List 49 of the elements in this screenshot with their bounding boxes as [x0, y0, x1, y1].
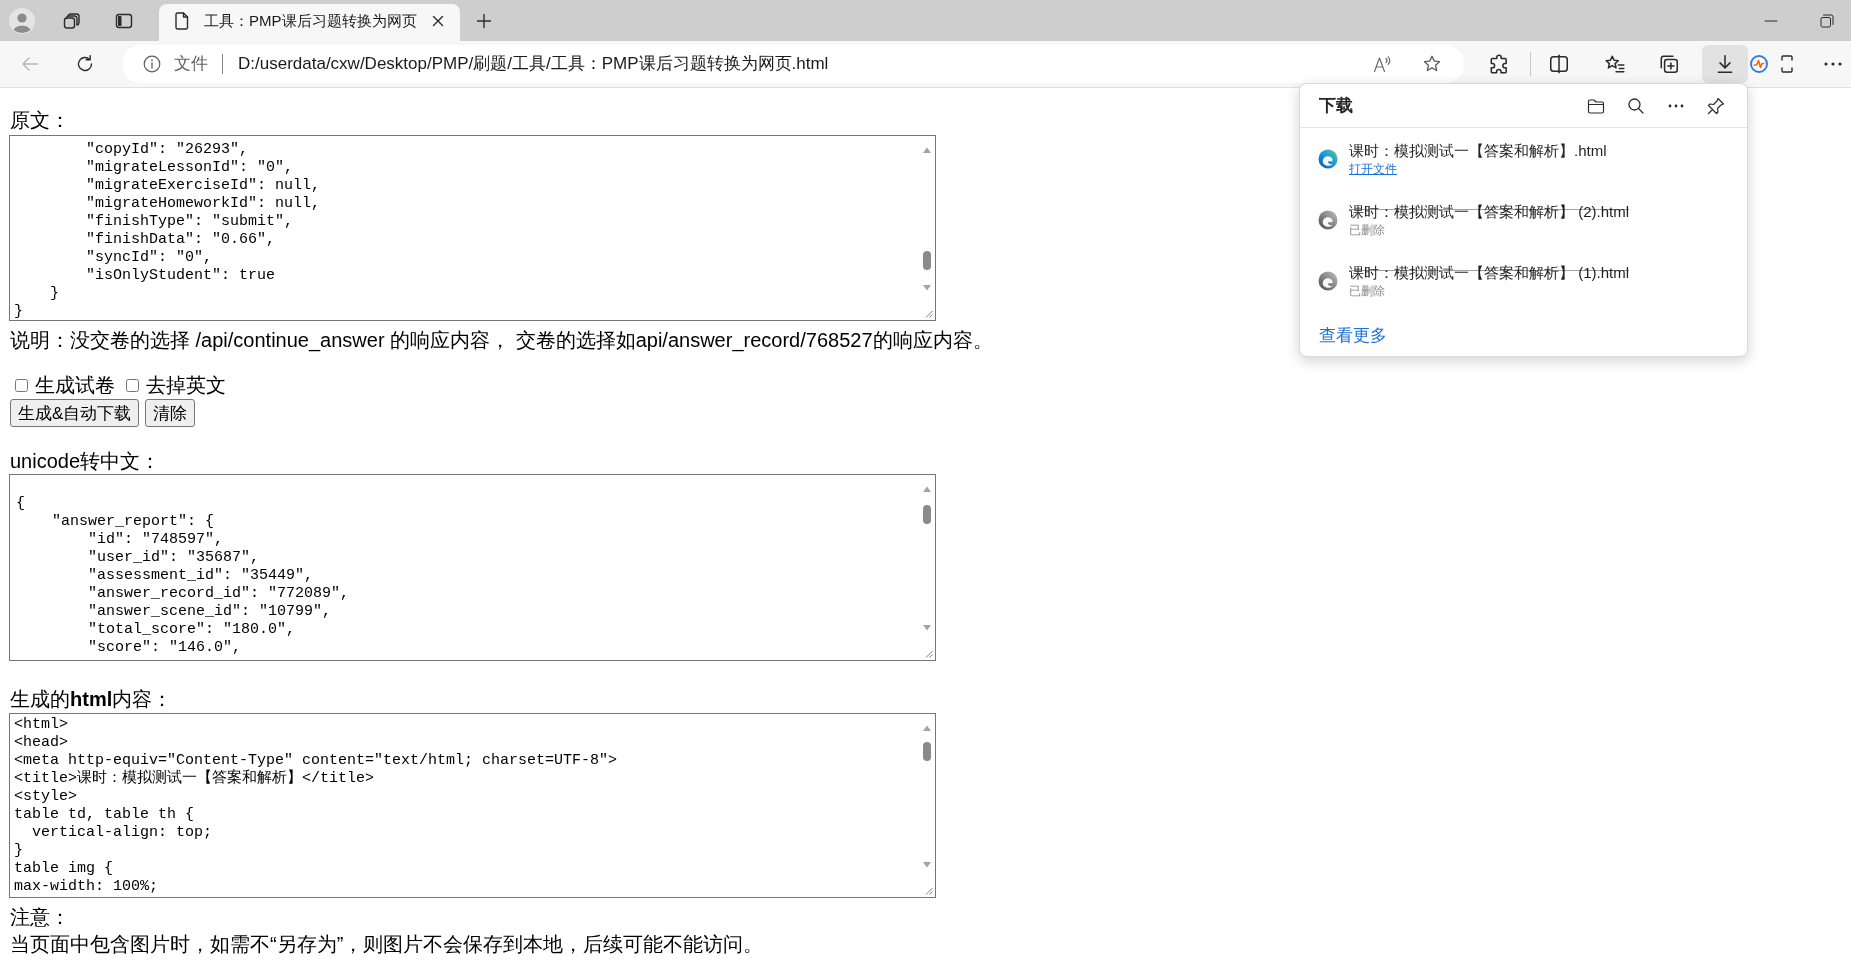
- generate-download-button[interactable]: 生成&自动下载: [10, 399, 140, 427]
- resize-grip-icon[interactable]: [923, 885, 933, 895]
- file-name: 课时：模拟测试一【答案和解析】 (1).html: [1349, 262, 1629, 283]
- checkbox-label: 去掉英文: [146, 373, 226, 397]
- open-file-link[interactable]: 打开文件: [1349, 160, 1397, 177]
- avatar-icon[interactable]: [9, 7, 35, 34]
- clear-button[interactable]: 清除: [145, 399, 196, 427]
- field-label: 生成的html内容：: [10, 687, 173, 711]
- info-icon[interactable]: [143, 55, 161, 73]
- browser-tab[interactable]: 工具：PMP课后习题转换为网页: [159, 4, 460, 41]
- document-icon[interactable]: [175, 12, 189, 30]
- pulse-circle-icon[interactable]: [1750, 55, 1768, 73]
- downloads-button[interactable]: [1702, 45, 1748, 83]
- site-info-label[interactable]: 文件: [174, 51, 208, 77]
- see-more-link[interactable]: 查看更多: [1319, 324, 1387, 348]
- status-text: 已删除: [1349, 221, 1385, 238]
- checkbox[interactable]: [126, 378, 139, 392]
- json-text-area[interactable]: "copyId": "26293", "migrateLessonId": "0", "migrateExerciseId": null, "migrateHomeworkId": null, "finishType": "submit", "finishData": "0.66", "syncId": "0", "isOnlyStudent": true } }: [9, 135, 936, 321]
- puzzle-icon[interactable]: [1488, 53, 1510, 75]
- json-text-area[interactable]: { "answer_report": { "id": "748597", "user_id": "35687", "assessment_id": "35449", "answer_record_id": "772089", "answer_scene_id": "10799", "total_score": "180.0", "score": "146.0",: [9, 474, 936, 661]
- panel-title: 下载: [1319, 94, 1353, 117]
- corner-brackets-icon[interactable]: [1780, 54, 1794, 74]
- checkbox-label: 生成试卷: [35, 373, 115, 397]
- square-plus-icon[interactable]: [1658, 53, 1680, 75]
- reload-icon[interactable]: [75, 54, 95, 74]
- field-label: unicode转中文：: [10, 449, 161, 473]
- html-text-area[interactable]: <html> <head> <meta http-equiv="Content-Type" content="text/html; charset=UTF-8"> <title>课时：模拟测试一【答案和解析】</title> <style> table td, table th { vertical-align: top; } table img { max-width: 100%;: [9, 713, 936, 898]
- restore-icon[interactable]: [1820, 13, 1834, 28]
- address-bar[interactable]: 文件 D:/userdata/cxw/Desktop/PMP/刷题/工具/工具：PMP课后习题转换为网页.html: [122, 45, 1464, 83]
- resize-grip-icon[interactable]: [923, 308, 933, 318]
- field-label: 注意：: [10, 905, 70, 929]
- checkbox[interactable]: [15, 378, 28, 392]
- file-name: 课时：模拟测试一【答案和解析】 (2).html: [1349, 201, 1629, 222]
- star-icon[interactable]: [1422, 54, 1442, 74]
- note-text: 当页面中包含图片时，如需不“另存为”，则图片不会保存到本地，后续可能不能访问。: [10, 932, 764, 956]
- star-list-icon[interactable]: [1604, 53, 1626, 75]
- file-name: 课时：模拟测试一【答案和解析】.html: [1349, 140, 1607, 161]
- plus-icon[interactable]: [476, 12, 492, 29]
- status-text: 已删除: [1349, 282, 1385, 299]
- more-icon[interactable]: [1823, 61, 1843, 67]
- stacked-squares-icon[interactable]: [62, 10, 82, 31]
- close-icon[interactable]: [432, 15, 444, 27]
- resize-grip-icon[interactable]: [923, 648, 933, 658]
- split-screen-icon[interactable]: [1548, 53, 1570, 75]
- pin-icon[interactable]: [1706, 95, 1726, 116]
- search-icon[interactable]: [1626, 95, 1646, 116]
- field-label: 原文：: [10, 108, 70, 132]
- description-text: 说明：没交卷的选择 /api/continue_answer 的响应内容， 交卷的选择如api/answer_record/768527的响应内容。: [10, 328, 993, 352]
- read-aloud-icon[interactable]: [1373, 54, 1393, 74]
